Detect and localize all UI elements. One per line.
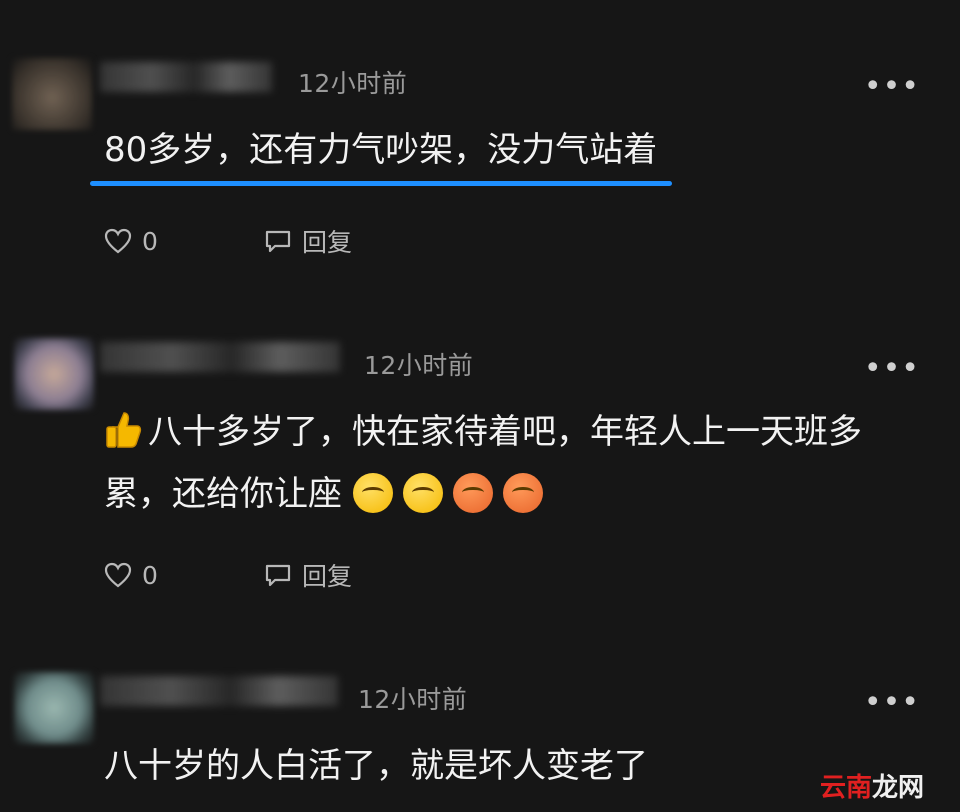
watermark-part-1: 云南 <box>819 773 872 803</box>
comment-time: 12小时前 <box>358 685 468 714</box>
watermark: 云南龙网 <box>820 767 924 804</box>
comment-3: 12小时前 ••• 八十岁的人白活了，就是坏人变老了 <box>0 0 960 812</box>
username-blurred[interactable] <box>100 676 338 706</box>
more-options-button[interactable]: ••• <box>864 688 920 718</box>
avatar[interactable] <box>14 672 94 744</box>
comment-text: 八十岁的人白活了，就是坏人变老了 <box>104 746 648 786</box>
watermark-part-2: 龙网 <box>871 773 924 803</box>
